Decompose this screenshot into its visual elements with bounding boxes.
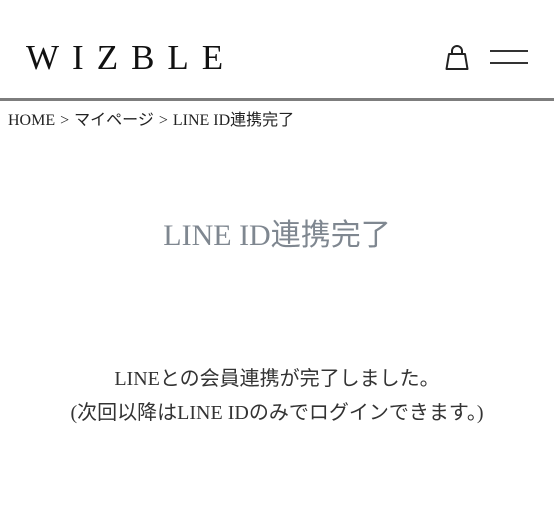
menu-button[interactable] — [490, 46, 528, 70]
breadcrumb-separator: > — [60, 112, 70, 129]
site-header: WIZBLE — [0, 0, 554, 98]
breadcrumb-home-link[interactable]: HOME — [8, 112, 55, 129]
page-title: LINE ID連携完了 — [163, 219, 391, 252]
site-logo[interactable]: WIZBLE — [26, 38, 236, 78]
cart-button[interactable] — [444, 43, 470, 73]
hamburger-menu-icon-line-bottom — [490, 62, 528, 64]
shopping-bag-icon — [445, 45, 469, 70]
hamburger-menu-icon-line-top — [490, 50, 528, 52]
completion-message-line1: LINEとの会員連携が完了しました。 — [114, 368, 440, 390]
breadcrumb-separator: > — [158, 112, 168, 129]
breadcrumb: HOME > マイページ > LINE ID連携完了 — [8, 110, 294, 132]
page: WIZBLE HOME > マイページ > LINE ID連携完了 LINE ID連携完… — [0, 0, 554, 511]
completion-message: LINEとの会員連携が完了しました。 (次回以降はLINE IDのみでログインで… — [0, 362, 554, 430]
breadcrumb-current: LINE ID連携完了 — [172, 112, 295, 129]
header-divider — [0, 98, 554, 101]
breadcrumb-mypage-link[interactable]: マイページ — [74, 112, 154, 129]
completion-message-line2: (次回以降はLINE IDのみでログインできます。) — [70, 402, 484, 424]
